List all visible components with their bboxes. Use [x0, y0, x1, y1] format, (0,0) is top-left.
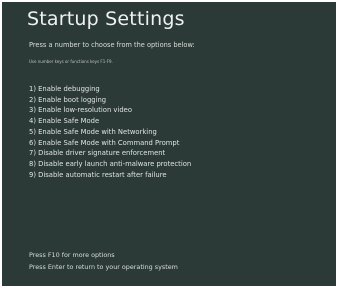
more-options-prompt[interactable]: Press F10 for more options [29, 249, 178, 261]
key-hint-text: Use number keys or functions keys F1-F9. [29, 59, 113, 64]
option-enable-debugging[interactable]: 1) Enable debugging [29, 84, 191, 95]
footer: Press F10 for more options Press Enter t… [29, 249, 178, 273]
option-disable-auto-restart[interactable]: 9) Disable automatic restart after failu… [29, 170, 191, 181]
instruction-text: Press a number to choose from the option… [29, 41, 195, 49]
option-disable-driver-signature[interactable]: 7) Disable driver signature enforcement [29, 148, 191, 159]
option-disable-early-launch-antimalware[interactable]: 8) Disable early launch anti-malware pro… [29, 159, 191, 170]
startup-options-list: 1) Enable debugging 2) Enable boot loggi… [29, 84, 191, 180]
startup-settings-screen: Startup Settings Press a number to choos… [2, 2, 336, 286]
return-to-os-prompt[interactable]: Press Enter to return to your operating … [29, 261, 178, 273]
option-safe-mode-command-prompt[interactable]: 6) Enable Safe Mode with Command Prompt [29, 138, 191, 149]
option-enable-boot-logging[interactable]: 2) Enable boot logging [29, 95, 191, 106]
option-enable-low-resolution-video[interactable]: 3) Enable low-resolution video [29, 105, 191, 116]
option-safe-mode-networking[interactable]: 5) Enable Safe Mode with Networking [29, 127, 191, 138]
page-title: Startup Settings [27, 8, 185, 30]
option-enable-safe-mode[interactable]: 4) Enable Safe Mode [29, 116, 191, 127]
